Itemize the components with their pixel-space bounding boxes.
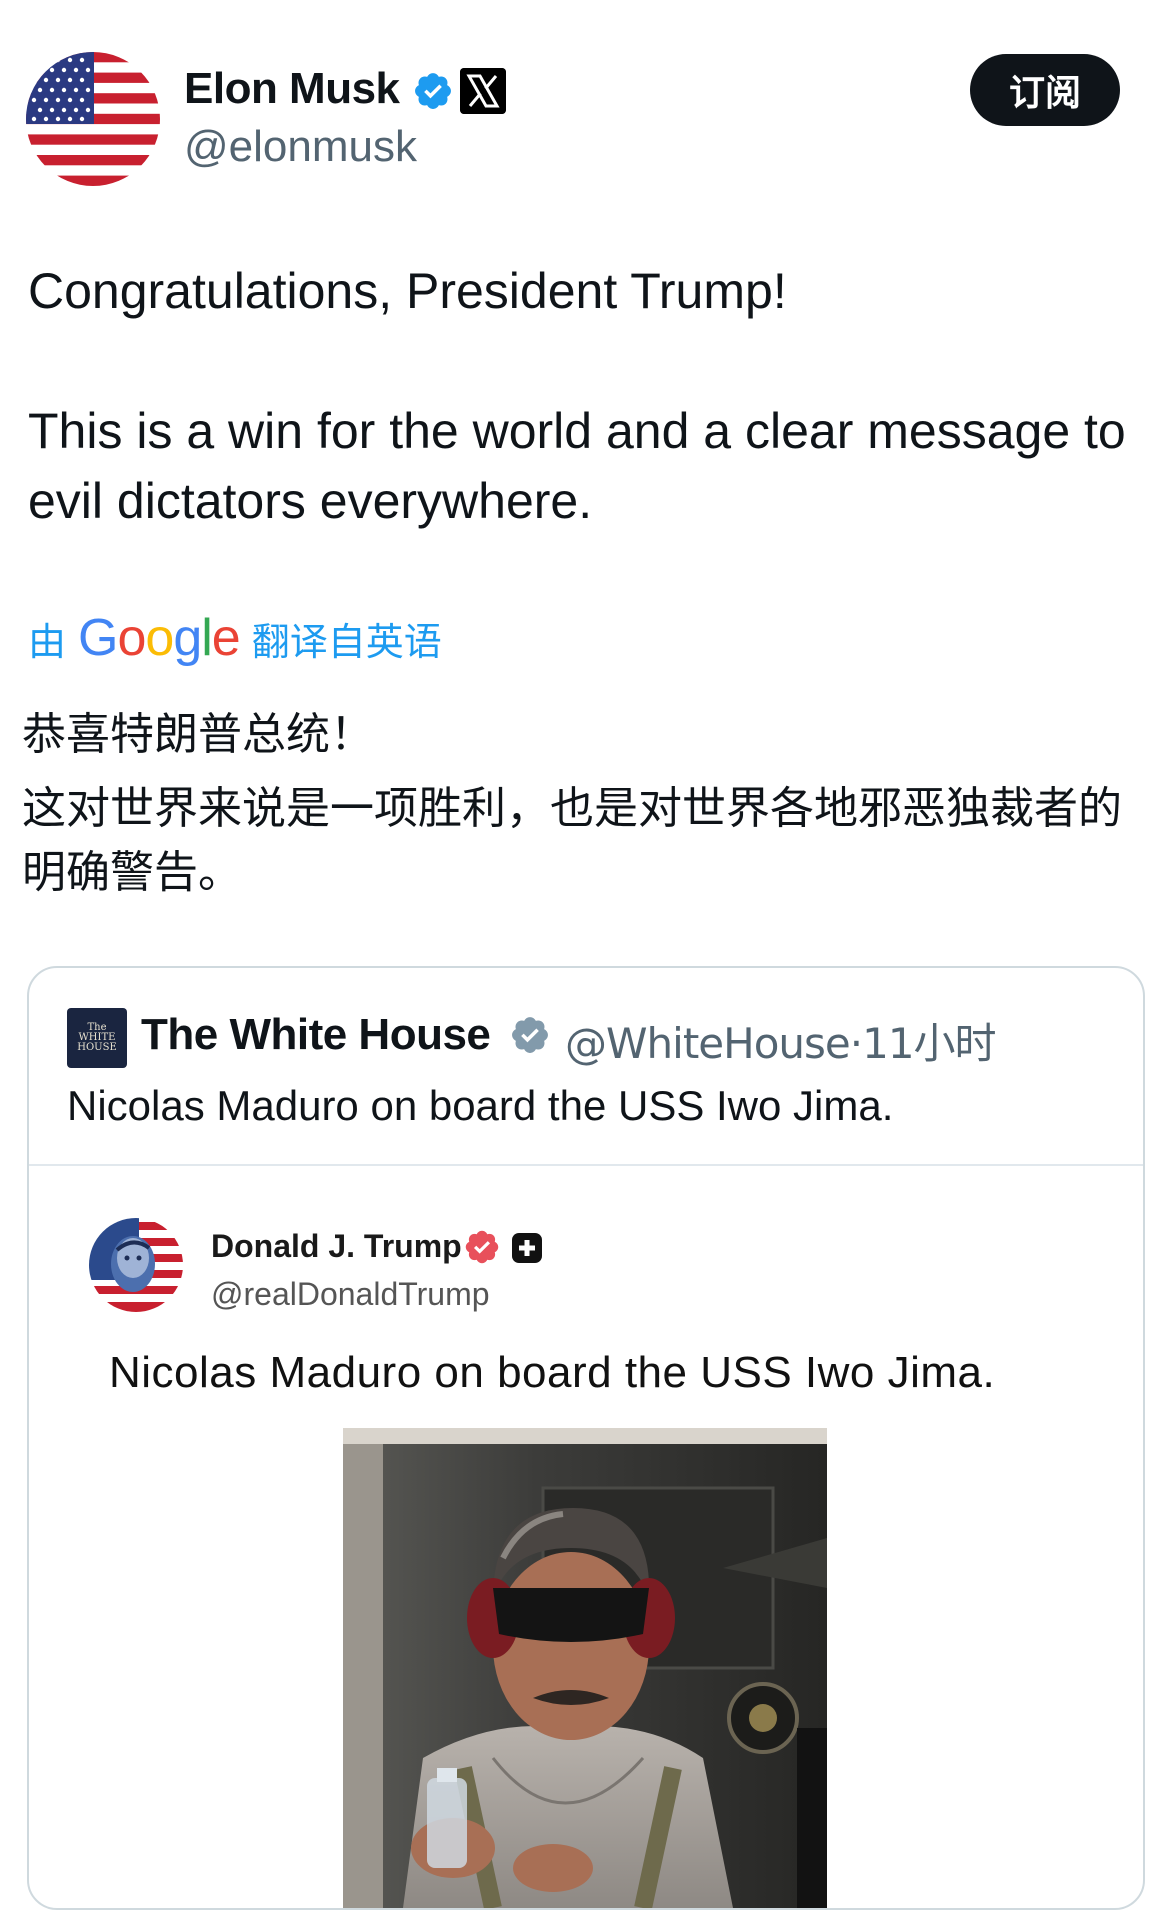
tweet-paragraph: This is a win for the world and a clear …	[28, 403, 1126, 529]
tweet-paragraph: Congratulations, President Trump!	[28, 263, 787, 319]
quoted-text: Nicolas Maduro on board the USS Iwo Jima…	[67, 1082, 894, 1129]
embedded-author-handle: @realDonaldTrump	[211, 1276, 490, 1312]
gray-verified-badge-icon	[512, 1017, 548, 1053]
quoted-meta: @WhiteHouse·11小时	[565, 1010, 997, 1071]
verified-badge-icon	[415, 73, 451, 109]
translation-suffix: 翻译自英语	[251, 619, 442, 664]
maduro-photo-image	[343, 1428, 827, 1908]
trump-avatar	[89, 1218, 183, 1312]
meta-separator: ·	[849, 1019, 863, 1068]
trump-portrait-icon	[89, 1218, 183, 1312]
avatar[interactable]	[26, 52, 160, 186]
translated-text: 恭喜特朗普总统！ 这对世界来说是一项胜利，也是对世界各地邪恶独裁者的明确警告。	[22, 703, 1152, 905]
translation-attribution[interactable]: 由 Google 翻译自英语	[28, 608, 442, 668]
google-logo: Google	[78, 609, 241, 667]
x-logo-icon	[460, 68, 506, 114]
quoted-timestamp[interactable]: 11小时	[862, 1019, 996, 1068]
translated-line: 这对世界来说是一项胜利，也是对世界各地邪恶独裁者的明确警告。	[22, 783, 1122, 898]
translation-prefix: 由	[28, 619, 67, 664]
truth-verified-badge-icon	[465, 1230, 499, 1264]
quoted-tweet-card[interactable]: The WHITE HOUSE The White House @WhiteHo…	[27, 966, 1145, 1910]
author-name[interactable]: Elon Musk	[184, 64, 400, 114]
tweet-text: Congratulations, President Trump! This i…	[28, 256, 1158, 536]
us-flag-icon	[26, 52, 160, 186]
quoted-author-name[interactable]: The White House	[141, 1010, 491, 1060]
subscribe-button[interactable]: 订阅	[970, 54, 1120, 126]
embedded-author-name: Donald J. Trump	[211, 1228, 462, 1264]
embedded-post-text: Nicolas Maduro on board the USS Iwo Jima…	[109, 1348, 996, 1397]
white-house-avatar: The WHITE HOUSE	[67, 1008, 127, 1068]
truth-plus-icon	[512, 1233, 542, 1263]
divider	[29, 1164, 1143, 1166]
post-photo[interactable]	[343, 1428, 827, 1908]
author-handle[interactable]: @elonmusk	[184, 122, 417, 172]
translated-line: 恭喜特朗普总统！	[22, 709, 374, 760]
quoted-author-handle[interactable]: @WhiteHouse	[565, 1019, 851, 1068]
avatar-text: HOUSE	[77, 1042, 117, 1053]
